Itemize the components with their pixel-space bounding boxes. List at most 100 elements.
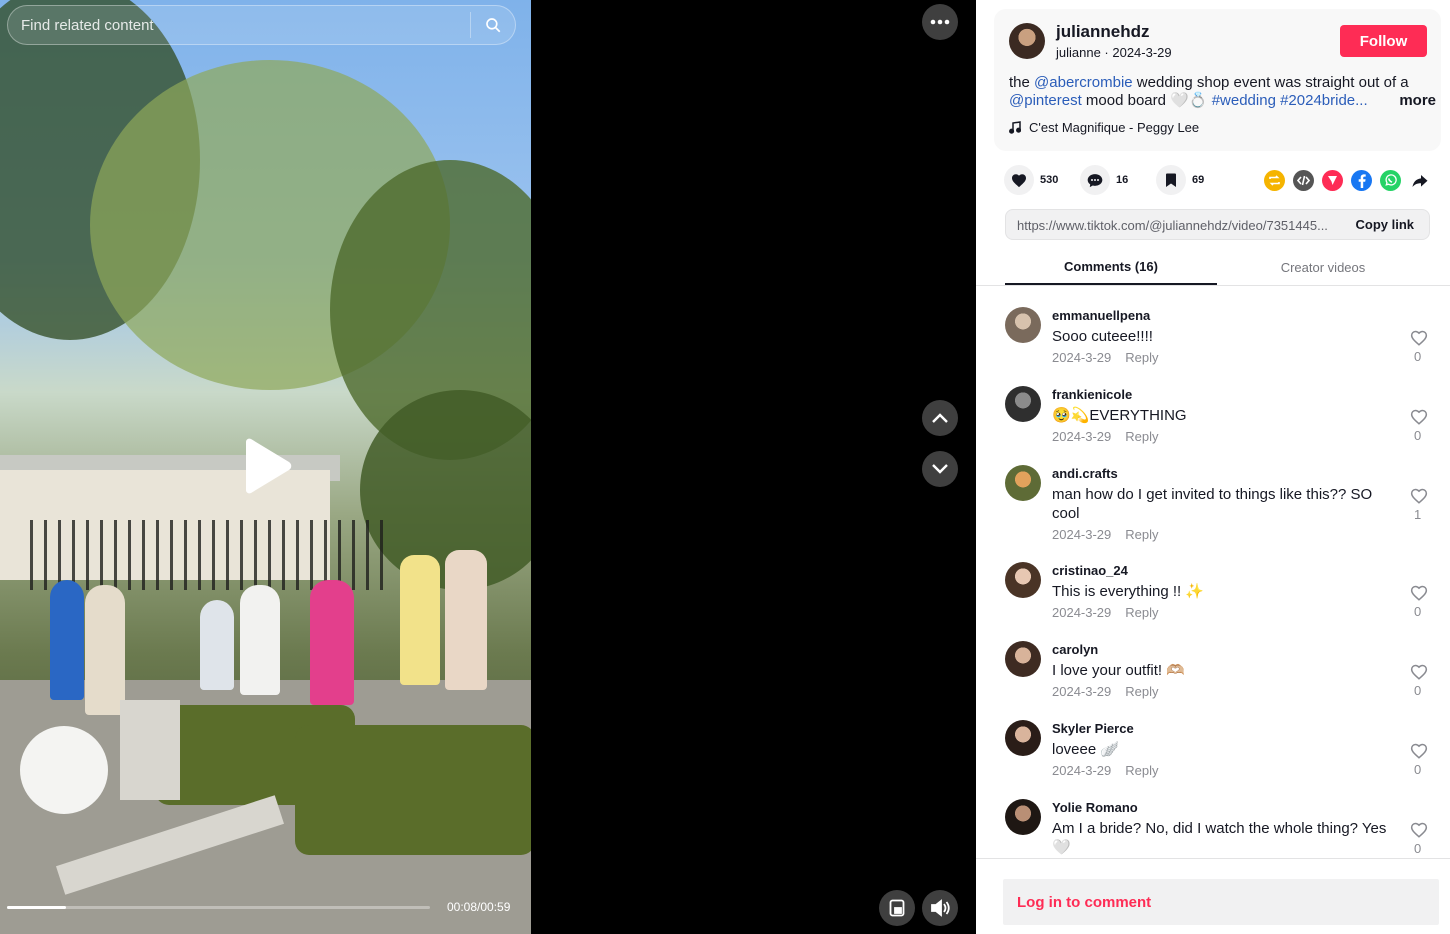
play-icon[interactable]: [240, 438, 292, 494]
video-scene-person: [200, 600, 234, 690]
comment-date: 2024-3-29: [1052, 684, 1112, 699]
comment-heart-icon[interactable]: [1410, 663, 1428, 681]
commenter-username[interactable]: cristinao_24: [1052, 563, 1128, 578]
commenter-username[interactable]: emmanuellpena: [1052, 308, 1150, 323]
comment-text: 🥹💫EVERYTHING: [1052, 407, 1187, 424]
previous-video-button[interactable]: [922, 400, 958, 436]
commenter-avatar[interactable]: [1005, 307, 1041, 343]
music-link[interactable]: C'est Magnifique - Peggy Lee: [1009, 120, 1199, 135]
comment-footer: Log in to comment: [976, 858, 1450, 934]
tab-creator-videos[interactable]: Creator videos: [1217, 250, 1429, 285]
side-panel: juliannehdz julianne · 2024-3-29 Follow …: [976, 0, 1450, 934]
comment-text: Am I a bride? No, did I watch the whole …: [1052, 820, 1387, 856]
tab-comments[interactable]: Comments (16): [1005, 250, 1217, 285]
comment-like-count: 1: [1414, 507, 1422, 522]
repost-icon[interactable]: [1264, 170, 1285, 191]
commenter-avatar[interactable]: [1005, 562, 1041, 598]
author-avatar[interactable]: [1009, 23, 1045, 59]
commenter-username[interactable]: Skyler Pierce: [1052, 721, 1134, 736]
embed-icon[interactable]: [1293, 170, 1314, 191]
comment-heart-icon[interactable]: [1410, 408, 1428, 426]
send-icon[interactable]: [1322, 170, 1343, 191]
login-to-comment-label: Log in to comment: [1017, 894, 1152, 911]
share-row: [1264, 170, 1430, 191]
caption-text: mood board 🤍💍: [1081, 92, 1212, 109]
share-arrow-icon[interactable]: [1409, 170, 1430, 191]
commenter-username[interactable]: frankienicole: [1052, 387, 1132, 402]
facebook-icon[interactable]: [1351, 170, 1372, 191]
comment-like-count: 0: [1414, 683, 1422, 698]
video-scene-person: [310, 580, 354, 705]
commenter-avatar[interactable]: [1005, 799, 1041, 835]
comment-heart-icon[interactable]: [1410, 584, 1428, 602]
login-to-comment-button[interactable]: Log in to comment: [1003, 879, 1439, 925]
comment-heart-icon[interactable]: [1410, 329, 1428, 347]
like-count: 530: [1040, 174, 1059, 186]
copy-link-box: https://www.tiktok.com/@juliannehdz/vide…: [1005, 209, 1430, 240]
reply-button[interactable]: Reply: [1125, 350, 1158, 365]
comment-text: I love your outfit! 🫶🏼: [1052, 662, 1185, 679]
volume-button[interactable]: [922, 890, 958, 926]
like-circle: [1004, 165, 1034, 195]
reply-button[interactable]: Reply: [1125, 527, 1158, 542]
search-input[interactable]: [8, 6, 470, 44]
caption-more-button[interactable]: more: [1391, 92, 1436, 110]
reply-button[interactable]: Reply: [1125, 763, 1158, 778]
chevron-down-icon: [932, 464, 948, 474]
video-caption: the @abercrombie wedding shop event was …: [1009, 74, 1436, 110]
comment-text: loveee 🪽: [1052, 741, 1120, 758]
chevron-up-icon: [932, 413, 948, 423]
like-button[interactable]: 530: [1004, 165, 1064, 195]
whatsapp-icon[interactable]: [1380, 170, 1401, 191]
miniplayer-button[interactable]: [879, 890, 915, 926]
comment-date: 2024-3-29: [1052, 429, 1112, 444]
comment-heart-icon[interactable]: [1410, 487, 1428, 505]
reply-button[interactable]: Reply: [1125, 605, 1158, 620]
more-options-button[interactable]: [922, 4, 958, 40]
commenter-avatar[interactable]: [1005, 465, 1041, 501]
commenter-avatar[interactable]: [1005, 720, 1041, 756]
comment-date: 2024-3-29: [1052, 605, 1112, 620]
comment-text: This is everything !! ✨: [1052, 583, 1205, 600]
comment-heart-icon[interactable]: [1410, 742, 1428, 760]
commenter-username[interactable]: Yolie Romano: [1052, 800, 1138, 815]
reply-button[interactable]: Reply: [1125, 684, 1158, 699]
commenter-username[interactable]: andi.crafts: [1052, 466, 1118, 481]
video-info-card: juliannehdz julianne · 2024-3-29 Follow …: [994, 9, 1441, 151]
music-title: C'est Magnifique - Peggy Lee: [1029, 120, 1200, 135]
video-scene-person: [240, 585, 280, 695]
progress-bar[interactable]: [7, 906, 430, 909]
caption-mention-link[interactable]: @pinterest: [1009, 92, 1082, 109]
comment-date: 2024-3-29: [1052, 350, 1112, 365]
video-stage: 00:08/00:59: [0, 0, 976, 934]
caption-mention-link[interactable]: @abercrombie: [1034, 74, 1133, 91]
video-scene-hedge: [295, 725, 531, 855]
miniplayer-icon: [889, 899, 905, 917]
comment-like-count: 0: [1414, 428, 1422, 443]
caption-text: wedding shop event was straight out of a: [1132, 74, 1409, 91]
caption-text: the: [1009, 74, 1035, 91]
comment-button[interactable]: 16: [1080, 165, 1140, 195]
search-button[interactable]: [471, 6, 515, 44]
comment-heart-icon[interactable]: [1410, 821, 1428, 839]
author-username[interactable]: juliannehdz: [1056, 22, 1150, 42]
action-bar: 530 16 69: [1004, 165, 1232, 195]
video-player[interactable]: 00:08/00:59: [0, 0, 531, 934]
comment-meta: 2024-3-29 Reply: [1052, 429, 1159, 444]
commenter-avatar[interactable]: [1005, 641, 1041, 677]
next-video-button[interactable]: [922, 451, 958, 487]
comment-count: 16: [1116, 174, 1129, 186]
reply-button[interactable]: Reply: [1125, 429, 1158, 444]
commenter-avatar[interactable]: [1005, 386, 1041, 422]
follow-button[interactable]: Follow: [1340, 25, 1427, 57]
search-icon: [486, 18, 501, 33]
video-time: 00:08/00:59: [447, 900, 511, 914]
video-url[interactable]: https://www.tiktok.com/@juliannehdz/vide…: [1017, 218, 1337, 233]
caption-hashtags[interactable]: #wedding #2024bride...: [1212, 92, 1368, 109]
save-circle: [1156, 165, 1186, 195]
video-scene-person: [85, 585, 125, 715]
copy-link-button[interactable]: Copy link: [1355, 217, 1414, 232]
video-scene-ball: [20, 726, 108, 814]
commenter-username[interactable]: carolyn: [1052, 642, 1098, 657]
save-button[interactable]: 69: [1156, 165, 1216, 195]
